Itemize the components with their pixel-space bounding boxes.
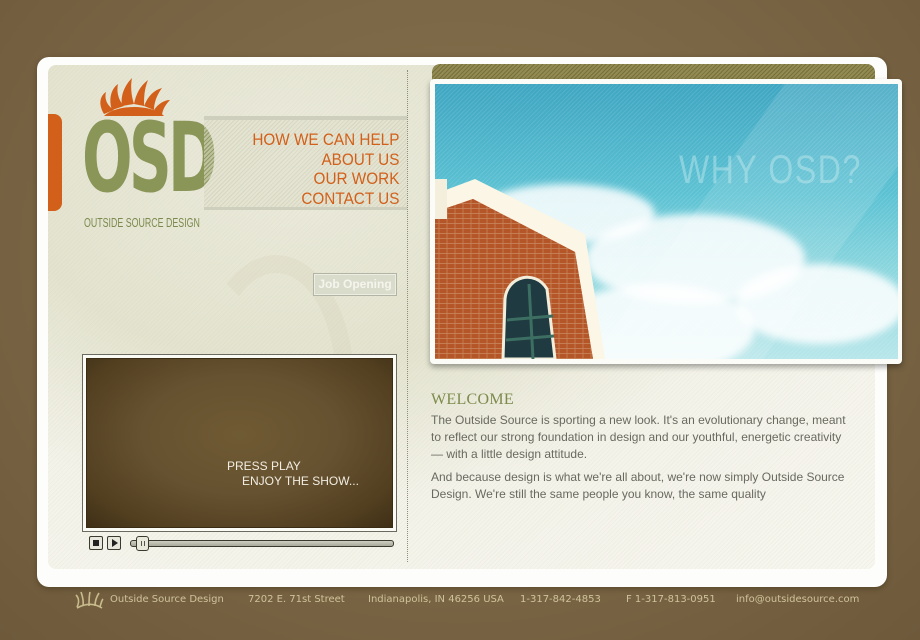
- job-opening-button[interactable]: Job Opening: [313, 273, 397, 296]
- footer-email-link[interactable]: info@outsidesource.com: [736, 594, 859, 605]
- video-progress-thumb[interactable]: [136, 536, 149, 551]
- footer: Outside Source Design 7202 E. 71st Stree…: [74, 591, 894, 611]
- video-player[interactable]: PRESS PLAY ENJOY THE SHOW...: [82, 354, 397, 532]
- hero-image-frame: WHY OSD?: [430, 79, 902, 364]
- nav-how-we-can-help[interactable]: HOW WE CAN HELP: [252, 130, 399, 150]
- footer-city: Indianapolis, IN 46256 USA: [368, 594, 504, 605]
- video-caption-line2: ENJOY THE SHOW...: [242, 474, 359, 488]
- video-caption: PRESS PLAY ENJOY THE SHOW...: [227, 459, 359, 489]
- sun-logo-icon: [75, 591, 104, 609]
- main-nav: HOW WE CAN HELP ABOUT US OUR WORK CONTAC…: [236, 130, 399, 208]
- nav-about-us[interactable]: ABOUT US: [252, 150, 399, 170]
- column-divider: [407, 70, 408, 562]
- footer-fax: F 1-317-813-0951: [626, 594, 716, 605]
- logo-subtitle: OUTSIDE SOURCE DESIGN: [84, 215, 200, 230]
- play-button[interactable]: [107, 536, 121, 550]
- video-controls: [88, 536, 396, 552]
- welcome-paragraph: And because design is what we're all abo…: [431, 470, 845, 501]
- welcome-heading: WELCOME: [431, 391, 514, 408]
- welcome-body: The Outside Source is sporting a new loo…: [431, 412, 851, 503]
- stop-button[interactable]: [89, 536, 103, 550]
- nav-our-work[interactable]: OUR WORK: [252, 169, 399, 189]
- video-caption-line1: PRESS PLAY: [227, 459, 301, 473]
- logo-letters: OSD: [82, 102, 217, 214]
- nav-contact-us[interactable]: CONTACT US: [252, 189, 399, 209]
- footer-street: 7202 E. 71st Street: [248, 594, 345, 605]
- video-progress-track[interactable]: [130, 536, 394, 551]
- footer-phone: 1-317-842-4853: [520, 594, 601, 605]
- video-screen[interactable]: PRESS PLAY ENJOY THE SHOW...: [86, 358, 393, 528]
- welcome-paragraph: The Outside Source is sporting a new loo…: [431, 413, 846, 461]
- brick-building-graphic: [435, 179, 605, 359]
- hero-image: WHY OSD?: [435, 84, 898, 359]
- footer-company: Outside Source Design: [110, 594, 224, 605]
- logo[interactable]: OSD OUTSIDE SOURCE DESIGN: [82, 78, 217, 233]
- main-nav-panel: HOW WE CAN HELP ABOUT US OUR WORK CONTAC…: [204, 116, 407, 210]
- orange-accent-tab: [48, 114, 62, 211]
